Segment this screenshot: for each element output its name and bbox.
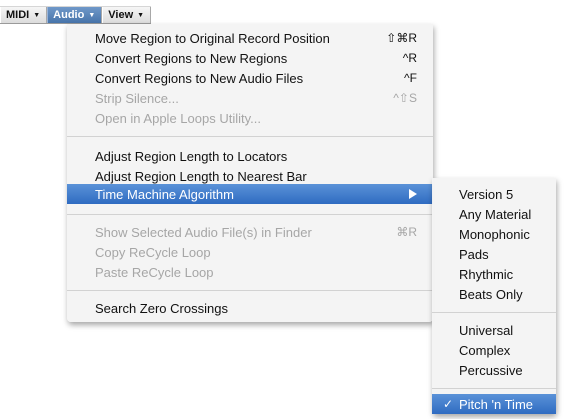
menu-item-paste-recycle-loop: Paste ReCycle Loop <box>67 262 433 282</box>
submenu-item-any-material[interactable]: Any Material <box>432 204 556 224</box>
menu-item-shortcut: ⌘R <box>396 225 417 239</box>
submenu-item-version-5[interactable]: Version 5 <box>432 184 556 204</box>
menu-item-shortcut: ^⇧S <box>393 91 417 105</box>
submenu-item-percussive[interactable]: Percussive <box>432 360 556 380</box>
menu-item-time-machine-algorithm[interactable]: Time Machine Algorithm <box>67 184 433 204</box>
menu-item-shortcut: ^F <box>404 71 417 85</box>
submenu-item-rhythmic[interactable]: Rhythmic <box>432 264 556 284</box>
submenu-separator <box>432 312 556 313</box>
chevron-down-icon: ▼ <box>88 11 96 19</box>
menu-item-show-audio-in-finder: Show Selected Audio File(s) in Finder ⌘R <box>67 222 433 242</box>
menu-separator <box>67 214 433 215</box>
audio-menu: Move Region to Original Record Position … <box>67 24 433 322</box>
menu-item-label: Search Zero Crossings <box>95 300 228 316</box>
submenu-item-label: Any Material <box>459 206 532 222</box>
submenu-item-label: Rhythmic <box>459 266 514 282</box>
menu-view[interactable]: View ▼ <box>102 7 152 23</box>
menu-item-label: Convert Regions to New Audio Files <box>95 70 304 86</box>
submenu-item-label: Monophonic <box>459 226 530 242</box>
menu-item-label: Show Selected Audio File(s) in Finder <box>95 224 312 240</box>
menu-item-convert-to-new-audio-files[interactable]: Convert Regions to New Audio Files ^F <box>67 68 433 88</box>
menu-item-strip-silence: Strip Silence... ^⇧S <box>67 88 433 108</box>
submenu-item-label: Pitch 'n Time <box>459 396 534 412</box>
submenu-separator <box>432 388 556 389</box>
chevron-down-icon: ▼ <box>137 11 145 19</box>
menu-item-search-zero-crossings[interactable]: Search Zero Crossings <box>67 298 433 318</box>
menu-item-label: Open in Apple Loops Utility... <box>95 110 261 126</box>
menu-item-move-region-original-position[interactable]: Move Region to Original Record Position … <box>67 28 433 48</box>
submenu-item-universal[interactable]: Universal <box>432 320 556 340</box>
submenu-item-beats-only[interactable]: Beats Only <box>432 284 556 304</box>
menu-audio[interactable]: Audio ▼ <box>47 7 103 23</box>
menu-item-adjust-length-to-locators[interactable]: Adjust Region Length to Locators <box>67 146 433 166</box>
submenu-item-label: Pads <box>459 246 489 262</box>
menu-bar: MIDI ▼ Audio ▼ View ▼ <box>0 6 152 24</box>
menu-item-adjust-length-to-nearest-bar[interactable]: Adjust Region Length to Nearest Bar <box>67 166 433 186</box>
submenu-item-label: Complex <box>459 342 511 358</box>
menu-item-label: Copy ReCycle Loop <box>95 244 211 260</box>
menu-item-shortcut: ^R <box>402 51 417 65</box>
submenu-item-pads[interactable]: Pads <box>432 244 556 264</box>
checkmark-icon: ✓ <box>443 397 454 411</box>
menu-item-label: Strip Silence... <box>95 90 179 106</box>
submenu-item-pitch-n-time[interactable]: ✓ Pitch 'n Time <box>432 394 556 414</box>
menu-midi-label: MIDI <box>6 9 30 21</box>
menu-separator <box>67 136 433 137</box>
menu-item-label: Adjust Region Length to Locators <box>95 148 288 164</box>
menu-separator <box>67 290 433 291</box>
menu-audio-label: Audio <box>53 9 85 21</box>
menu-item-copy-recycle-loop: Copy ReCycle Loop <box>67 242 433 262</box>
submenu-item-label: Version 5 <box>459 186 514 202</box>
menu-item-label: Adjust Region Length to Nearest Bar <box>95 168 307 184</box>
menu-midi[interactable]: MIDI ▼ <box>0 7 48 23</box>
submenu-item-label: Beats Only <box>459 286 523 302</box>
menu-view-label: View <box>108 9 134 21</box>
time-machine-submenu: Version 5 Any Material Monophonic Pads R… <box>432 178 556 414</box>
menu-item-open-apple-loops-utility: Open in Apple Loops Utility... <box>67 108 433 128</box>
submenu-item-label: Percussive <box>459 362 523 378</box>
menu-item-label: Time Machine Algorithm <box>95 186 234 202</box>
chevron-down-icon: ▼ <box>33 11 41 19</box>
menu-item-shortcut: ⇧⌘R <box>386 31 417 45</box>
menu-item-convert-to-new-regions[interactable]: Convert Regions to New Regions ^R <box>67 48 433 68</box>
submenu-item-complex[interactable]: Complex <box>432 340 556 360</box>
submenu-item-monophonic[interactable]: Monophonic <box>432 224 556 244</box>
menu-item-label: Move Region to Original Record Position <box>95 30 330 46</box>
menu-item-label: Paste ReCycle Loop <box>95 264 214 280</box>
submenu-item-label: Universal <box>459 322 514 338</box>
submenu-arrow-icon <box>409 189 417 199</box>
menu-item-label: Convert Regions to New Regions <box>95 50 288 66</box>
